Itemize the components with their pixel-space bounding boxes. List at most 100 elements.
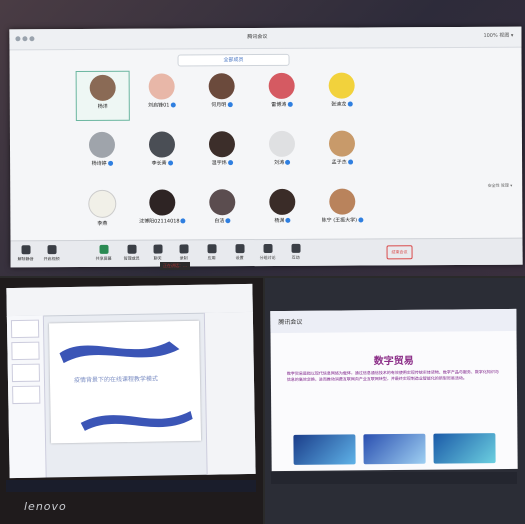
top-photo-panel: 腾讯会议 100% 视图 ▾ 全部成员 杨洋 刘启锋01 何月明 雷博涛 张迪龙… (0, 0, 525, 276)
member-tile[interactable]: 雷博涛 (256, 70, 308, 118)
member-tile[interactable]: 杨洋 (75, 70, 130, 121)
member-name: 李长青 (136, 159, 188, 167)
security-menu[interactable]: 安全性 管理 ▾ (488, 183, 513, 189)
verified-icon (227, 160, 233, 166)
video-button[interactable]: 开启视频 (41, 245, 63, 262)
share-screen-button[interactable]: 共享屏幕 (93, 244, 115, 262)
avatar (88, 189, 117, 218)
interact-button[interactable]: 互动 (285, 243, 307, 261)
member-name: 温宇炜 (196, 159, 248, 166)
member-name: 雷博涛 (256, 101, 308, 108)
window-controls[interactable] (15, 36, 39, 42)
end-meeting-button[interactable]: 结束会议 (386, 245, 413, 260)
verified-icon (358, 217, 364, 223)
view-selector[interactable]: 100% 视图 ▾ (483, 32, 513, 39)
verified-icon (180, 218, 186, 224)
verified-icon (347, 159, 353, 165)
app-logo: 腾讯会议 (278, 318, 303, 327)
member-name: 杨诗婷 (76, 160, 128, 167)
camera-icon (47, 245, 57, 255)
record-button[interactable]: 录制 (173, 244, 195, 261)
record-icon (179, 244, 189, 254)
meeting-topbar: 腾讯会议 100% 视图 ▾ (9, 26, 522, 51)
meeting-window: 腾讯会议 100% 视图 ▾ 全部成员 杨洋 刘启锋01 何月明 雷博涛 张迪龙… (9, 26, 523, 268)
powerpoint-window: 疫情背景下的在线课程教学模式 (6, 283, 256, 479)
member-tile[interactable]: 刘启锋01 (136, 70, 188, 118)
avatar (328, 130, 356, 157)
avatar (148, 131, 176, 158)
verified-icon (285, 217, 291, 223)
slide-title: 疫情背景下的在线课程教学模式 (73, 375, 159, 384)
verified-icon (170, 102, 176, 108)
avatar (269, 188, 296, 215)
settings-button[interactable]: 设置 (229, 244, 251, 261)
speaking-indicator: 正在讲话：… (160, 262, 190, 270)
breakout-button[interactable]: 分组讨论 (257, 243, 279, 261)
member-grid: 杨洋 刘启锋01 何月明 雷博涛 张迪龙 杨诗婷 李长青 温宇炜 刘涛 孟子杰 … (75, 69, 366, 227)
taskbar[interactable] (6, 480, 256, 492)
taskbar[interactable] (271, 472, 517, 484)
member-name: 陈宁 (王振大学) (316, 216, 368, 224)
member-name: 刘涛 (256, 159, 308, 166)
member-tile[interactable]: 张迪龙 (316, 69, 368, 117)
avatar (268, 72, 295, 99)
slide-heading: 数字贸易 (373, 355, 414, 368)
apps-icon (207, 244, 217, 254)
window-title: 腾讯会议 (247, 33, 268, 41)
presentation-window: 腾讯会议 数字贸易 数字贸易是指以现代信息网络为载体，通过信息通信技术的有效使用… (270, 308, 518, 472)
verified-icon (167, 160, 173, 166)
slide-paragraph: 数字贸易是指以现代信息网络为载体，通过信息通信技术的有效使用实现传统实体货物、数… (286, 369, 499, 382)
lenovo-logo: lenovo (24, 500, 67, 513)
avatar (88, 131, 116, 158)
members-search[interactable]: 全部成员 (177, 53, 290, 67)
presentation-header: 腾讯会议 (270, 308, 517, 334)
tech-image (433, 433, 496, 464)
member-tile[interactable]: 温宇炜 (196, 128, 248, 176)
chat-icon (153, 244, 163, 254)
verified-icon (107, 160, 113, 166)
avatar (208, 73, 235, 100)
avatar (329, 188, 356, 215)
member-name: 何月明 (196, 101, 248, 108)
member-name: 张迪龙 (316, 100, 368, 108)
member-name: 杨渊 (256, 217, 308, 224)
apps-button[interactable]: 应用 (201, 244, 223, 261)
slide-canvas[interactable]: 疫情背景下的在线课程教学模式 (48, 320, 202, 444)
slide-thumbnail[interactable] (11, 341, 40, 361)
avatar (148, 73, 175, 100)
verified-icon (287, 101, 293, 107)
breakout-icon (263, 243, 273, 254)
member-tile[interactable]: 白洁 (196, 186, 248, 234)
member-tile[interactable]: 李燕 (76, 187, 128, 235)
manage-members-button[interactable]: 管理成员 (121, 244, 143, 262)
member-tile[interactable]: 孟子杰 (316, 127, 368, 175)
avatar (149, 189, 176, 216)
member-tile[interactable]: 沈博阳02114018 (136, 186, 188, 234)
member-tile[interactable]: 何月明 (196, 70, 248, 118)
slide-thumbnail[interactable] (10, 319, 40, 339)
member-tile[interactable]: 陈宁 (王振大学) (316, 185, 368, 233)
member-name: 刘启锋01 (136, 101, 188, 109)
member-name: 孟子杰 (316, 158, 368, 166)
format-pane[interactable] (203, 311, 256, 475)
verified-icon (227, 102, 233, 108)
verified-icon (225, 218, 231, 224)
globe-image (293, 434, 356, 465)
mute-button[interactable]: 解除静音 (15, 245, 37, 262)
interact-icon (291, 243, 301, 253)
gear-icon (235, 244, 245, 254)
member-tile[interactable]: 李长青 (136, 128, 188, 176)
member-tile[interactable]: 刘涛 (256, 128, 308, 176)
member-tile[interactable]: 杨诗婷 (76, 129, 128, 177)
chat-button[interactable]: 聊天 (147, 244, 169, 262)
share-screen-icon (99, 244, 109, 254)
slide-thumbnails[interactable] (6, 315, 47, 479)
slide-thumbnail[interactable] (11, 363, 40, 383)
members-icon (127, 244, 137, 254)
slide-thumbnail[interactable] (12, 385, 41, 405)
member-name: 杨洋 (97, 103, 108, 110)
member-tile[interactable]: 杨渊 (256, 186, 308, 234)
member-name: 沈博阳02114018 (136, 217, 188, 225)
avatar (268, 130, 296, 157)
member-name: 李燕 (97, 220, 108, 227)
